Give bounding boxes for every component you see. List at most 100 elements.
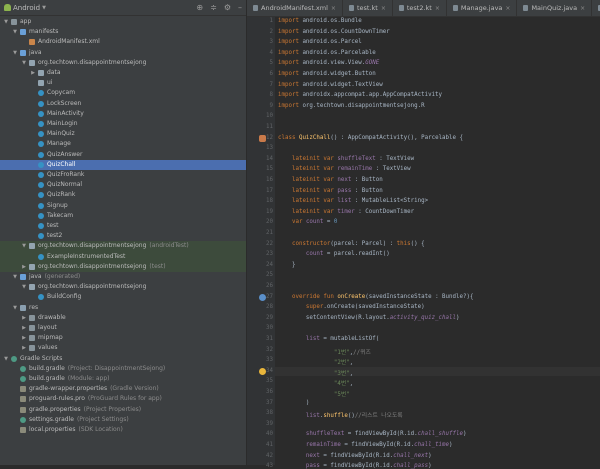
editor-tab[interactable]: MainActivity.j×	[592, 0, 600, 16]
tree-item[interactable]: QuizAnswer	[0, 150, 246, 160]
tree-item[interactable]: QuizRank	[0, 190, 246, 200]
tree-item-label: QuizRank	[47, 190, 75, 200]
tree-item[interactable]: Takecam	[0, 211, 246, 221]
tree-item-hint: (androidTest)	[149, 242, 189, 250]
tree-item[interactable]: ▼ org.techtown.disappointmentsejong (andro…	[0, 241, 246, 252]
line-number: 38	[266, 410, 273, 417]
editor-tab[interactable]: Manage.java ×	[447, 0, 518, 16]
code-token: = findViewById(R.id.	[319, 452, 394, 459]
tree-item[interactable]: ExampleInstrumentedTest	[0, 251, 246, 262]
tree-item[interactable]: ▼ app	[0, 17, 246, 27]
chevron-down-icon[interactable]: ▼	[12, 27, 18, 37]
tree-item[interactable]: ▼ org.techtown.disappointmentsejong	[0, 58, 246, 68]
tree-item[interactable]: Copycam	[0, 88, 246, 98]
close-icon[interactable]: ×	[435, 5, 440, 12]
file-icon	[348, 5, 354, 11]
close-icon[interactable]: ×	[381, 5, 386, 12]
tree-item[interactable]: Signup	[0, 201, 246, 211]
pkg-icon	[29, 243, 35, 250]
tree-item[interactable]: AndroidManifest.xml	[0, 37, 246, 47]
tree-item[interactable]: ui	[0, 78, 246, 88]
editor-tab[interactable]: test2.kt ×	[393, 0, 447, 16]
tree-item[interactable]: local.properties (SDK Location)	[0, 425, 246, 435]
override-marker-icon[interactable]	[259, 293, 266, 301]
chevron-down-icon[interactable]: ▼	[12, 303, 18, 313]
pkg-icon	[29, 263, 35, 270]
file-icon	[253, 5, 258, 11]
line-number: 21	[266, 230, 273, 236]
chevron-down-icon[interactable]: ▼	[12, 272, 18, 282]
tree-item[interactable]: QuizChall	[0, 159, 246, 170]
tree-item-label: org.techtown.disappointmentsejong (androi…	[38, 241, 189, 251]
hide-icon[interactable]: –	[238, 3, 242, 12]
tree-item[interactable]: LockScreen	[0, 99, 246, 109]
chevron-down-icon[interactable]: ▼	[3, 354, 9, 364]
tree-item[interactable]: QuizNormal	[0, 180, 246, 190]
gear-icon[interactable]: ⚙	[224, 3, 231, 12]
chevron-right-icon[interactable]: ▶	[30, 68, 36, 78]
close-icon[interactable]: ×	[331, 5, 336, 12]
tree-item-text: java	[29, 48, 42, 56]
tree-item[interactable]: QuizFroRank	[0, 170, 246, 180]
tree-item[interactable]: gradle-wrapper.properties (Gradle Version…	[0, 384, 246, 394]
close-icon[interactable]: ×	[580, 5, 585, 12]
lightbulb-icon[interactable]	[259, 367, 266, 375]
chevron-right-icon[interactable]: ▶	[21, 333, 27, 343]
code-token: list	[305, 413, 320, 420]
code-line: import android.os.Parcel	[278, 39, 362, 45]
tree-item[interactable]: ▼ java	[0, 48, 246, 58]
collapse-icon[interactable]: ≑	[210, 3, 217, 12]
editor-tab[interactable]: AndroidManifest.xml ×	[247, 0, 343, 16]
chevron-down-icon[interactable]: ▼	[21, 58, 27, 68]
tree-item[interactable]: MainLogin	[0, 119, 246, 129]
chevron-right-icon[interactable]: ▶	[21, 323, 27, 333]
tree-item[interactable]: gradle.properties (Project Properties)	[0, 405, 246, 415]
tree-item[interactable]: BuildConfig	[0, 292, 246, 302]
code-token: chall_pass	[393, 463, 429, 469]
tree-item[interactable]: ▼ org.techtown.disappointmentsejong	[0, 282, 246, 292]
tree-item[interactable]: Manage	[0, 139, 246, 149]
tree-item[interactable]: MainQuiz	[0, 129, 246, 139]
code-token: = mutableListOf(	[319, 336, 380, 342]
tree-item[interactable]: MainActivity	[0, 109, 246, 119]
chevron-down-icon[interactable]: ▼	[12, 48, 18, 58]
tree-item[interactable]: ▶ data	[0, 68, 246, 78]
tree-item[interactable]: ▼ res	[0, 303, 246, 313]
tree-item[interactable]: ▼ Gradle Scripts	[0, 354, 246, 364]
tree-item-text: test2	[47, 232, 63, 240]
code-token: import	[278, 49, 303, 56]
chevron-right-icon[interactable]: ▶	[21, 343, 27, 353]
tree-item[interactable]: ▶ layout	[0, 323, 246, 333]
tree-item[interactable]: ▼ java (generated)	[0, 272, 246, 282]
chevron-down-icon[interactable]: ▼	[3, 17, 9, 27]
class-marker-icon[interactable]	[259, 134, 266, 142]
close-icon[interactable]: ×	[505, 5, 510, 12]
editor-tab[interactable]: test.kt ×	[343, 0, 393, 16]
code-token: //리스트 나오도록	[354, 413, 403, 420]
editor-tab[interactable]: MainQuiz.java ×	[517, 0, 593, 16]
tree-item[interactable]: ▶ drawable	[0, 313, 246, 323]
tree-item[interactable]: ▶ mipmap	[0, 333, 246, 343]
tree-item[interactable]: build.gradle (Module: app)	[0, 374, 246, 384]
tree-item[interactable]: ▶ values	[0, 343, 246, 353]
tree-item[interactable]: build.gradle (Project: DisappointmentSejo…	[0, 364, 246, 374]
chevron-right-icon[interactable]: ▶	[21, 262, 27, 272]
tree-item[interactable]: ▼ manifests	[0, 27, 246, 37]
folder-icon	[29, 325, 35, 331]
chevron-right-icon[interactable]: ▶	[21, 313, 27, 323]
tree-item[interactable]: proguard-rules.pro (ProGuard Rules for ap…	[0, 394, 246, 404]
tree-item[interactable]: test2	[0, 231, 246, 241]
line-number: 36	[266, 389, 273, 395]
tree-item[interactable]: settings.gradle (Project Settings)	[0, 415, 246, 425]
code-line: import android.os.Bundle	[278, 18, 362, 24]
tree-item[interactable]: test	[0, 221, 246, 231]
chevron-down-icon[interactable]: ▼	[21, 241, 27, 251]
locate-icon[interactable]: ⊕	[196, 3, 203, 12]
xml-icon	[29, 39, 35, 46]
tree-item[interactable]: ▶ org.techtown.disappointmentsejong (test)	[0, 261, 246, 272]
chevron-down-icon[interactable]: ▼	[21, 282, 27, 292]
view-mode-dropdown[interactable]: Android ▼	[4, 4, 46, 12]
code-line: super.onCreate(savedInstanceState)	[278, 304, 425, 310]
